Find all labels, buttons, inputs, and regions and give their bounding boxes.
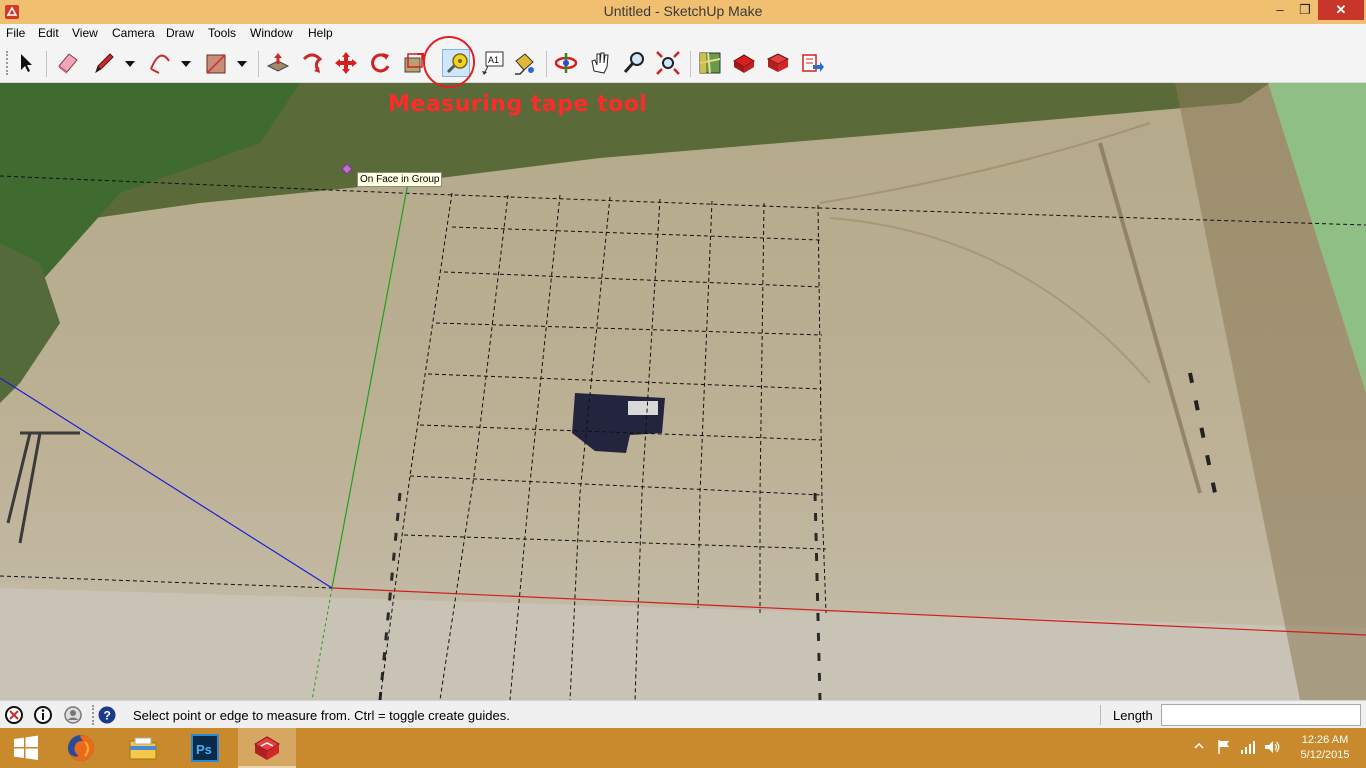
add-location-icon[interactable] bbox=[696, 49, 724, 77]
geo-terrain-icon[interactable] bbox=[730, 49, 758, 77]
toolbar-separator bbox=[546, 51, 547, 77]
svg-text:?: ? bbox=[104, 709, 111, 723]
chevron-down-icon[interactable] bbox=[236, 58, 248, 70]
menu-draw[interactable]: Draw bbox=[166, 26, 194, 40]
follow-me-icon[interactable] bbox=[298, 49, 326, 77]
toolbar: A1 bbox=[0, 43, 1366, 83]
paint-bucket-icon[interactable] bbox=[510, 49, 538, 77]
geo-location-icon[interactable] bbox=[4, 705, 24, 725]
menu-edit[interactable]: Edit bbox=[38, 26, 59, 40]
pan-icon[interactable] bbox=[586, 49, 614, 77]
system-clock[interactable]: 12:26 AM 5/12/2015 bbox=[1290, 733, 1360, 763]
toolbar-separator bbox=[46, 51, 47, 77]
annotation-label: Measuring tape tool bbox=[388, 92, 648, 117]
scale-icon[interactable] bbox=[400, 49, 428, 77]
toolbar-grip[interactable] bbox=[6, 51, 10, 75]
zoom-extents-icon[interactable] bbox=[654, 49, 682, 77]
taskbar: Ps 12:26 AM 5/12/2015 bbox=[0, 728, 1366, 768]
help-icon[interactable]: ? bbox=[97, 705, 117, 725]
file-explorer-icon[interactable] bbox=[114, 728, 172, 768]
window-title: Untitled - SketchUp Make bbox=[603, 3, 763, 19]
text-tool-label: A1 bbox=[488, 55, 499, 65]
title-bar: Untitled - SketchUp Make – ❐ ✕ bbox=[0, 0, 1366, 24]
chevron-down-icon[interactable] bbox=[180, 58, 192, 70]
menu-view[interactable]: View bbox=[72, 26, 98, 40]
inference-tooltip: On Face in Group bbox=[357, 172, 443, 187]
rectangle-icon[interactable] bbox=[202, 49, 230, 77]
menu-help[interactable]: Help bbox=[308, 26, 333, 40]
user-signin-icon[interactable] bbox=[63, 705, 83, 725]
measurement-label: Length bbox=[1113, 708, 1153, 723]
clock-date: 5/12/2015 bbox=[1300, 749, 1350, 761]
measurement-input[interactable] bbox=[1161, 704, 1361, 726]
menu-camera[interactable]: Camera bbox=[112, 26, 155, 40]
toolbar-separator bbox=[690, 51, 691, 77]
menu-file[interactable]: File bbox=[6, 26, 25, 40]
action-center-flag-icon[interactable] bbox=[1215, 738, 1233, 756]
chevron-down-icon[interactable] bbox=[124, 58, 136, 70]
toolbar-separator bbox=[258, 51, 259, 77]
tape-measure-icon[interactable] bbox=[442, 49, 470, 77]
show-hidden-icons-icon[interactable] bbox=[1193, 740, 1205, 752]
menu-tools[interactable]: Tools bbox=[208, 26, 236, 40]
extension-warehouse-icon[interactable] bbox=[798, 49, 826, 77]
text-icon[interactable]: A1 bbox=[478, 49, 506, 77]
orbit-icon[interactable] bbox=[552, 49, 580, 77]
status-bar: ? Select point or edge to measure from. … bbox=[0, 700, 1366, 728]
eraser-icon[interactable] bbox=[54, 49, 82, 77]
pencil-icon[interactable] bbox=[90, 49, 118, 77]
status-message: Select point or edge to measure from. Ct… bbox=[133, 708, 510, 723]
network-signal-icon[interactable] bbox=[1239, 738, 1257, 756]
status-grip bbox=[92, 705, 94, 725]
credits-info-icon[interactable] bbox=[33, 705, 53, 725]
menu-bar: File Edit View Camera Draw Tools Window … bbox=[0, 24, 1366, 43]
volume-icon[interactable] bbox=[1263, 738, 1281, 756]
menu-window[interactable]: Window bbox=[250, 26, 293, 40]
close-button[interactable]: ✕ bbox=[1318, 0, 1364, 20]
zoom-icon[interactable] bbox=[620, 49, 648, 77]
push-pull-icon[interactable] bbox=[264, 49, 292, 77]
photoshop-label: Ps bbox=[196, 742, 212, 757]
firefox-icon[interactable] bbox=[52, 728, 110, 768]
model-viewport[interactable]: Measuring tape tool On Face in Group bbox=[0, 83, 1366, 700]
rotate-icon[interactable] bbox=[366, 49, 394, 77]
move-icon[interactable] bbox=[332, 49, 360, 77]
windows-start-icon[interactable] bbox=[0, 728, 58, 768]
aerial-terrain-image bbox=[0, 83, 1366, 700]
arc-icon[interactable] bbox=[146, 49, 174, 77]
minimize-button[interactable]: – bbox=[1267, 0, 1293, 20]
select-icon[interactable] bbox=[12, 49, 40, 77]
clock-time: 12:26 AM bbox=[1301, 734, 1349, 746]
restore-button[interactable]: ❐ bbox=[1292, 0, 1318, 20]
3d-warehouse-icon[interactable] bbox=[764, 49, 792, 77]
sketchup-icon[interactable] bbox=[238, 728, 296, 768]
photoshop-icon[interactable]: Ps bbox=[176, 728, 234, 768]
vcb-separator bbox=[1100, 705, 1101, 725]
